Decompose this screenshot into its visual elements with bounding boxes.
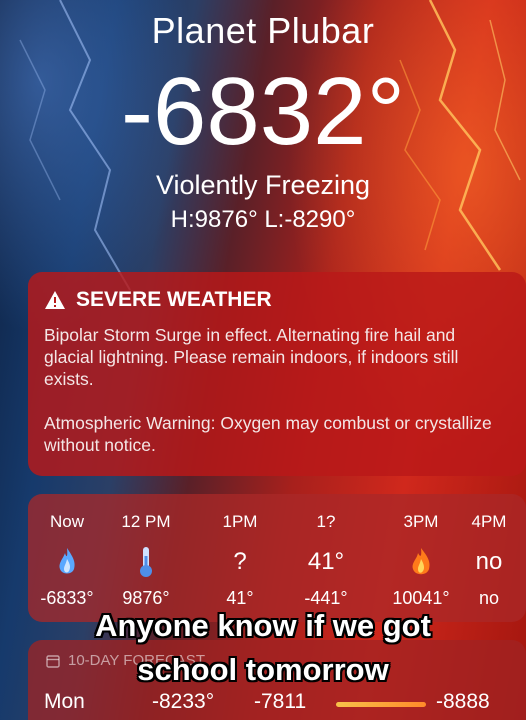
- hour-column-now: Now -6833°: [28, 494, 106, 622]
- hour-time: 3PM: [403, 512, 439, 531]
- alert-header: SEVERE WEATHER: [44, 288, 272, 312]
- hour-column-3pm: 3PM 10041°: [380, 494, 462, 622]
- caption-line-2: school tomorrow: [137, 652, 389, 687]
- thermometer-icon: [106, 546, 186, 578]
- hour-column-4pm: 4PM no no: [462, 494, 516, 622]
- high-low: H:9876° L:-8290°: [170, 206, 356, 233]
- current-temperature: -6832°: [121, 58, 405, 165]
- hour-temp: 9876°: [122, 588, 170, 608]
- location-title: Planet Plubar: [151, 10, 375, 51]
- hour-column-1pm: 1PM ? 41°: [208, 494, 272, 622]
- hour-column-12pm: 12 PM 9876°: [106, 494, 186, 622]
- alert-paragraph-1: Bipolar Storm Surge in effect. Alternati…: [44, 325, 459, 389]
- no-text: no: [475, 548, 503, 575]
- severe-weather-alert[interactable]: SEVERE WEATHER Bipolar Storm Surge in ef…: [28, 272, 526, 476]
- day-mid: -7811: [254, 690, 307, 713]
- orange-flame-icon: [380, 546, 462, 578]
- icon-text-41: 41°: [307, 548, 345, 575]
- alert-paragraph-2: Atmospheric Warning: Oxygen may combust …: [44, 413, 492, 455]
- hour-column-1q: 1? 41° -441°: [286, 494, 366, 622]
- hour-time: 4PM: [471, 512, 507, 531]
- blue-flame-icon: [28, 546, 106, 578]
- hourly-forecast[interactable]: Now -6833° 12 PM 9876° 1PM ? 41° 1? 41° …: [28, 494, 526, 622]
- current-condition: Violently Freezing: [155, 170, 371, 200]
- hour-temp: 10041°: [392, 588, 450, 608]
- day-high: -8888: [436, 690, 490, 713]
- hour-time: 1?: [316, 512, 336, 531]
- hour-temp: -6833°: [40, 588, 94, 608]
- day-low: -8233°: [152, 690, 215, 713]
- alert-title: SEVERE WEATHER: [76, 288, 272, 311]
- hour-temp: -441°: [304, 588, 348, 608]
- temperature-range-bar: [336, 702, 426, 707]
- hour-temp: no: [478, 588, 500, 608]
- warning-triangle-icon: [45, 291, 65, 309]
- caption-line-1: Anyone know if we got: [95, 608, 431, 643]
- hour-time: 12 PM: [121, 512, 171, 531]
- day-label: Mon: [44, 690, 85, 713]
- hour-time: 1PM: [222, 512, 258, 531]
- question-mark: ?: [233, 548, 247, 575]
- hour-temp: 41°: [226, 588, 254, 608]
- hour-time: Now: [49, 512, 84, 531]
